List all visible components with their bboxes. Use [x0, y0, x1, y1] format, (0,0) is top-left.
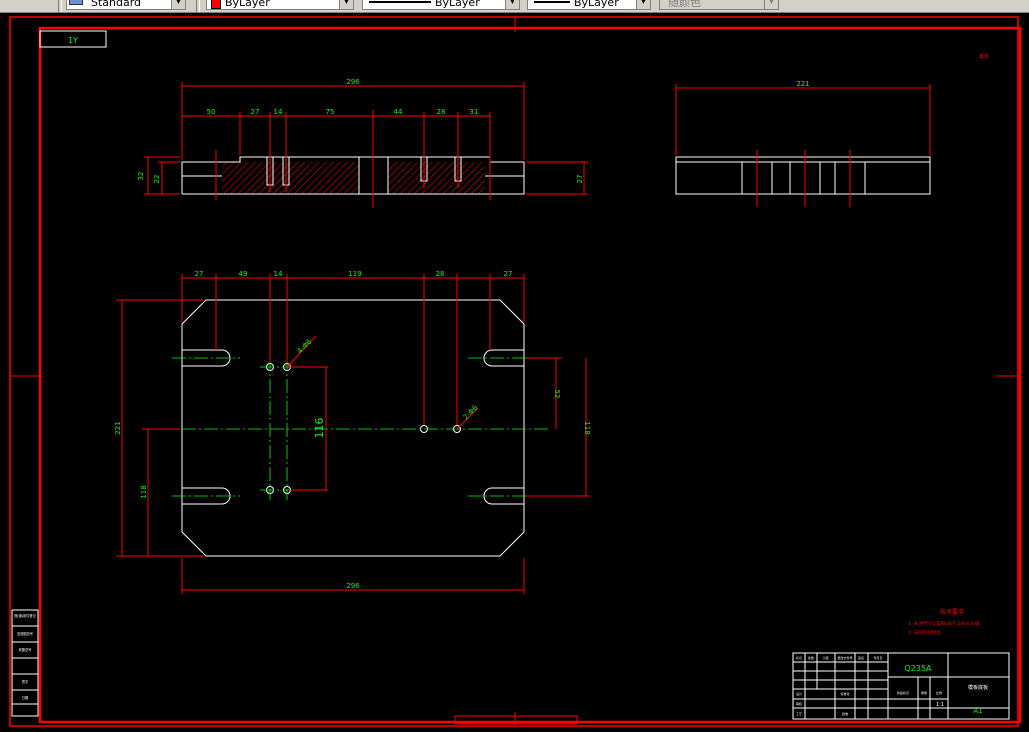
tech-requirements: 技术要求 1. 未注尺寸公差按GB/T 1804-m级 2. 去除毛刺锐边: [908, 608, 980, 636]
frame-tag: 1Y: [68, 36, 78, 45]
side-table-cell: 借(通)用件登记: [14, 613, 36, 618]
title-block-label: 比例: [936, 690, 942, 695]
front-dim-seg-1: 50: [207, 108, 216, 116]
title-block-label: 签名: [858, 655, 864, 660]
text-style-dropdown[interactable]: Standard ▼: [66, 0, 186, 10]
color-value: ByLayer: [225, 0, 270, 9]
title-block-label: 审核: [796, 701, 802, 706]
lineweight-dropdown[interactable]: ByLayer ▼: [527, 0, 651, 10]
plot-style-dropdown[interactable]: 随颜色 ▼: [659, 0, 779, 10]
linetype-preview-icon: [369, 1, 431, 3]
front-dim-height-left: 32: [137, 172, 145, 181]
toolbar-separator: [58, 0, 62, 12]
lineweight-value: ByLayer: [574, 0, 619, 9]
title-block-label: 工艺: [796, 711, 802, 716]
section-hatch-right: [388, 162, 485, 194]
plan-dim-top-4: 119: [348, 270, 361, 278]
side-table-cell: 旧底图总号: [17, 631, 33, 636]
side-table-cell: 底图总号: [19, 647, 32, 652]
hole-note-2: 2-Φ6: [462, 403, 480, 421]
title-block-label: 批准: [842, 711, 848, 716]
cad-drawing: 1Y 其余 296 50 27 14 75 44 28 31 32 22 27 …: [9, 16, 1022, 727]
title-block-material: Q235A: [904, 664, 932, 673]
lineweight-preview-icon: [534, 1, 570, 3]
plan-dim-top-6: 27: [504, 270, 513, 278]
drawing-canvas[interactable]: 1Y 其余 296 50 27 14 75 44 28 31 32 22 27 …: [0, 13, 1029, 728]
text-style-value: Standard: [91, 0, 142, 9]
linetype-dropdown[interactable]: ByLayer ▼: [362, 0, 520, 10]
hole-note-1: 4-Φ6: [296, 337, 314, 355]
side-table-cell: 日期: [22, 695, 28, 700]
plan-dim-right-outer: 118: [583, 421, 591, 434]
front-dim-seg-3: 14: [274, 108, 283, 116]
title-block-label: 阶段标记: [897, 690, 909, 695]
front-dim-seg-4: 75: [326, 108, 335, 116]
plan-dim-top-1: 27: [195, 270, 204, 278]
chevron-down-icon: ▼: [636, 0, 650, 9]
plan-dim-left-height: 221: [114, 421, 122, 434]
plan-dim-bottom: 296: [346, 582, 360, 590]
side-table: 借(通)用件登记 旧底图总号 底图总号 签字 日期: [11, 609, 39, 717]
plan-dim-left-inner: 118: [140, 485, 148, 498]
tech-req-title: 技术要求: [940, 608, 964, 616]
front-dim-seg-2: 27: [251, 108, 260, 116]
title-block: Q235A 模板底板 A1 1:1 标记 处数 分区 更改文件号 签名 年月日 …: [792, 652, 1010, 720]
text-style-icon: [69, 0, 83, 5]
center-lines: [160, 357, 548, 500]
plan-view: 27 49 14 119 28 27 296 221 118 52 118 11…: [114, 270, 591, 594]
title-block-label: 设计: [796, 691, 802, 696]
plan-dim-right-inner: 52: [553, 390, 561, 399]
plan-dimension-lines: [116, 274, 590, 594]
chevron-down-icon: ▼: [764, 0, 778, 9]
tech-req-line-2: 2. 去除毛刺锐边: [908, 629, 941, 636]
front-view: 296 50 27 14 75 44 28 31 32 22 27: [137, 78, 588, 208]
front-dim-height-inner: 22: [153, 175, 161, 184]
plan-dim-center: 116: [313, 418, 326, 439]
plan-dim-top-2: 49: [239, 270, 248, 278]
title-block-label: 标记: [796, 655, 802, 660]
slots: [182, 349, 524, 505]
tech-req-line-1: 1. 未注尺寸公差按GB/T 1804-m级: [908, 620, 980, 627]
chevron-down-icon: ▼: [339, 0, 353, 9]
front-dim-seg-5: 44: [394, 108, 403, 116]
corner-mark: 其余: [979, 53, 989, 60]
title-block-label: 分区: [823, 655, 829, 660]
title-block-size: A1: [973, 707, 982, 715]
side-dim-overall: 221: [796, 80, 809, 88]
plate-outline: [181, 299, 525, 557]
front-dim-overall: 296: [346, 78, 360, 86]
color-dropdown[interactable]: ByLayer ▼: [206, 0, 354, 10]
front-dim-height-right: 27: [576, 175, 584, 184]
properties-toolbar: Standard ▼ ByLayer ▼ ByLayer ▼ ByLayer ▼…: [0, 0, 1029, 13]
side-view: 221: [675, 80, 931, 207]
plan-dim-top-3: 14: [274, 270, 283, 278]
title-block-label: 重量: [921, 690, 927, 695]
outer-border: [9, 16, 1019, 727]
title-block-scale: 1:1: [936, 702, 944, 708]
chevron-down-icon: ▼: [171, 0, 185, 9]
linetype-value: ByLayer: [435, 0, 480, 9]
plot-style-value: 随颜色: [668, 0, 701, 9]
inner-border: [38, 26, 1022, 724]
title-block-label: 更改文件号: [837, 655, 852, 660]
title-block-label: 处数: [808, 655, 814, 660]
toolbar-separator: [196, 0, 200, 12]
title-block-label: 年月日: [873, 655, 882, 660]
color-swatch-icon: [211, 0, 221, 9]
plan-dim-top-5: 28: [436, 270, 445, 278]
title-block-part-name: 模板底板: [968, 684, 988, 691]
centering-marks: [10, 17, 1018, 726]
title-block-label: 标准化: [840, 691, 849, 696]
chevron-down-icon: ▼: [505, 0, 519, 9]
front-dim-seg-7: 31: [470, 108, 479, 116]
side-table-cell: 签字: [22, 679, 28, 684]
front-dim-seg-6: 28: [437, 108, 446, 116]
section-hatch-left: [222, 162, 359, 194]
